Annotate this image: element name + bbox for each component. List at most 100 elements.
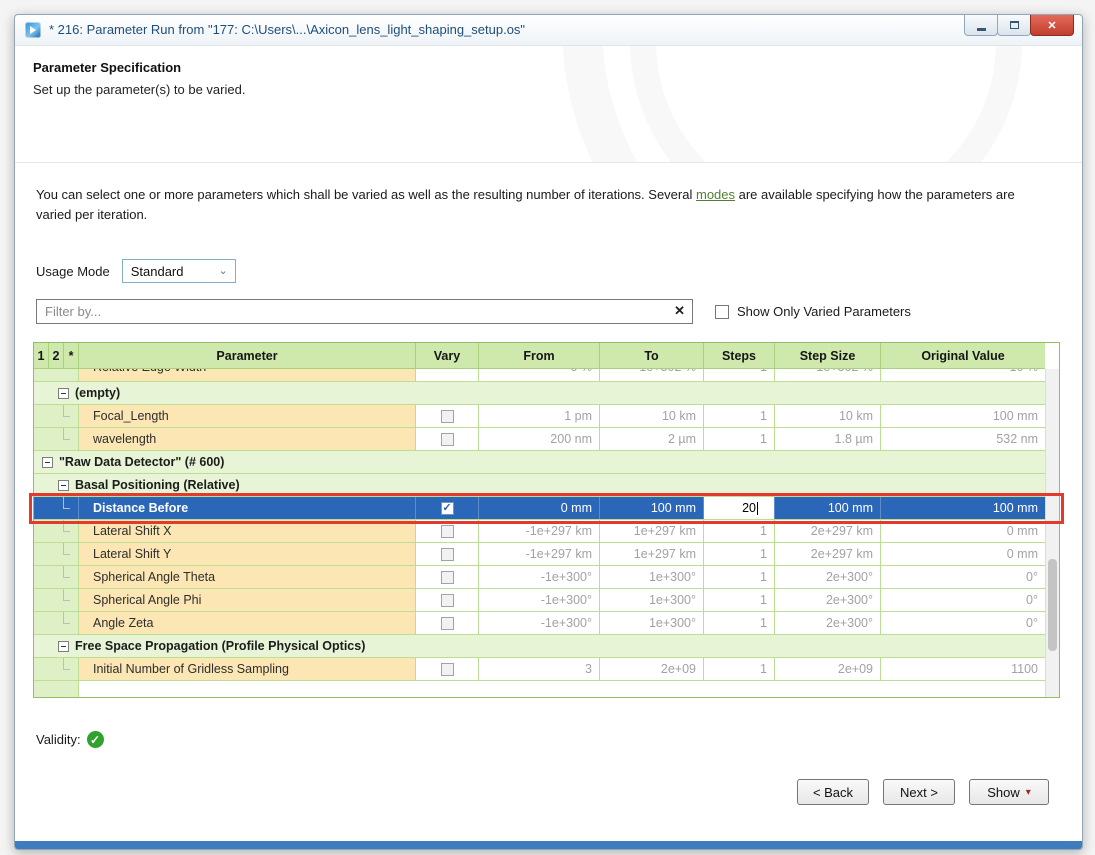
param-row-focal-length[interactable]: Focal_Length1 pm10 km110 km100 mm (34, 405, 1045, 428)
back-button[interactable]: < Back (797, 779, 869, 805)
vary-checkbox[interactable] (441, 410, 454, 423)
maximize-icon (1010, 21, 1019, 29)
usage-mode-select[interactable]: Standard ⌄ (122, 259, 236, 283)
vary-checkbox[interactable] (441, 525, 454, 538)
to-cell: 1e+297 km (600, 520, 704, 542)
param-row-distance-before[interactable]: Distance Before✓0 mm100 mm20100 mm100 mm (34, 497, 1045, 520)
collapse-icon[interactable] (42, 457, 53, 468)
validity-row: Validity: ✓ (36, 731, 104, 748)
tree-gutter-cell (34, 681, 79, 697)
to-cell: 1e+302 % (600, 369, 704, 381)
vary-checkbox[interactable] (441, 433, 454, 446)
param-row-spherical-angle-theta[interactable]: Spherical Angle Theta-1e+300°1e+300°12e+… (34, 566, 1045, 589)
param-name-cell: Angle Zeta (79, 612, 416, 634)
to-cell: 1e+297 km (600, 543, 704, 565)
steps-cell: 1 (704, 612, 775, 634)
column-header-steps: Steps (704, 343, 775, 368)
param-name-cell: Lateral Shift Y (79, 543, 416, 565)
param-name-cell: Lateral Shift X (79, 520, 416, 542)
param-name-cell: Relative Edge Width (79, 369, 416, 381)
chevron-down-icon: ⌄ (219, 264, 228, 277)
scrollbar-thumb[interactable] (1048, 559, 1057, 651)
param-name-cell: wavelength (79, 428, 416, 450)
vary-checkbox[interactable] (441, 663, 454, 676)
show-only-varied-checkbox[interactable] (715, 305, 729, 319)
original-value-cell: 0° (881, 589, 1045, 611)
step-size-cell: 10 km (775, 405, 881, 427)
group-row-empty[interactable]: (empty) (34, 382, 1045, 405)
tree-gutter-cell (34, 520, 79, 542)
table-filler (34, 681, 1045, 697)
tree-gutter-cell (34, 405, 79, 427)
collapse-icon[interactable] (58, 388, 69, 399)
maximize-button[interactable] (997, 15, 1031, 36)
decorative-swirl (562, 46, 1082, 163)
page-subtitle: Set up the parameter(s) to be varied. (33, 82, 245, 97)
close-button[interactable]: ✕ (1030, 15, 1074, 36)
vary-checkbox[interactable] (441, 571, 454, 584)
vary-checkbox[interactable] (441, 617, 454, 630)
param-row-initial-number-of-gridless-sampling[interactable]: Initial Number of Gridless Sampling32e+0… (34, 658, 1045, 681)
original-value-cell: 10 % (881, 369, 1045, 381)
group-label: Basal Positioning (Relative) (75, 478, 240, 492)
step-size-cell: 1e+302 % (775, 369, 881, 381)
vary-cell (416, 589, 479, 611)
param-row-angle-zeta[interactable]: Angle Zeta-1e+300°1e+300°12e+300°0° (34, 612, 1045, 635)
modes-link[interactable]: modes (696, 187, 735, 202)
minimize-button[interactable] (964, 15, 998, 36)
show-button[interactable]: Show ▾ (969, 779, 1049, 805)
param-row-lateral-shift-y[interactable]: Lateral Shift Y-1e+297 km1e+297 km12e+29… (34, 543, 1045, 566)
param-row-lateral-shift-x[interactable]: Lateral Shift X-1e+297 km1e+297 km12e+29… (34, 520, 1045, 543)
vary-cell (416, 520, 479, 542)
group-row-raw-data-detector-600[interactable]: "Raw Data Detector" (# 600) (34, 451, 1045, 474)
page-title: Parameter Specification (33, 60, 181, 75)
text-caret (757, 502, 758, 515)
to-cell: 2e+09 (600, 658, 704, 680)
original-value-cell: 0° (881, 566, 1045, 588)
from-cell: 0 mm (479, 497, 600, 519)
column-header-step-size: Step Size (775, 343, 881, 368)
collapse-icon[interactable] (58, 480, 69, 491)
usage-mode-value: Standard (131, 264, 184, 279)
filter-row: ✕ Show Only Varied Parameters (36, 299, 911, 324)
show-button-label: Show (987, 785, 1020, 800)
from-cell: -1e+297 km (479, 543, 600, 565)
from-cell: 1 pm (479, 405, 600, 427)
to-cell: 1e+300° (600, 589, 704, 611)
window-title: * 216: Parameter Run from "177: C:\Users… (49, 22, 525, 37)
param-row-wavelength[interactable]: wavelength200 nm2 µm11.8 µm532 nm (34, 428, 1045, 451)
from-cell: -1e+300° (479, 566, 600, 588)
clear-filter-icon[interactable]: ✕ (674, 303, 685, 319)
next-button[interactable]: Next > (883, 779, 955, 805)
collapse-icon[interactable] (58, 641, 69, 652)
param-row-relative-edge-width[interactable]: Relative Edge Width0 %1e+302 %11e+302 %1… (34, 369, 1045, 382)
vary-checkbox[interactable]: ✓ (441, 502, 454, 515)
group-label: (empty) (75, 386, 120, 400)
group-label: "Raw Data Detector" (# 600) (59, 455, 224, 469)
vertical-scrollbar[interactable] (1045, 369, 1059, 697)
vary-checkbox[interactable] (441, 548, 454, 561)
usage-mode-label: Usage Mode (36, 264, 110, 279)
vary-cell (416, 612, 479, 634)
param-name-cell: Spherical Angle Theta (79, 566, 416, 588)
steps-cell: 1 (704, 369, 775, 381)
vary-checkbox[interactable] (441, 594, 454, 607)
column-header-to: To (600, 343, 704, 368)
tree-gutter-cell (34, 566, 79, 588)
header-banner: Parameter Specification Set up the param… (15, 46, 1082, 163)
usage-mode-row: Usage Mode Standard ⌄ (36, 259, 236, 283)
table-header-row: 12*ParameterVaryFromToStepsStep SizeOrig… (34, 343, 1045, 369)
from-cell: 3 (479, 658, 600, 680)
vary-cell (416, 405, 479, 427)
titlebar[interactable]: * 216: Parameter Run from "177: C:\Users… (15, 15, 1082, 46)
param-row-spherical-angle-phi[interactable]: Spherical Angle Phi-1e+300°1e+300°12e+30… (34, 589, 1045, 612)
steps-cell[interactable]: 20 (704, 497, 775, 519)
param-name-cell: Focal_Length (79, 405, 416, 427)
vary-cell (416, 428, 479, 450)
group-row-free-space-propagation-profile-physical-optics[interactable]: Free Space Propagation (Profile Physical… (34, 635, 1045, 658)
step-size-cell: 2e+300° (775, 589, 881, 611)
from-cell: -1e+300° (479, 589, 600, 611)
filter-input[interactable] (37, 300, 692, 323)
dialog-window: * 216: Parameter Run from "177: C:\Users… (14, 14, 1083, 850)
group-row-basal-positioning-relative[interactable]: Basal Positioning (Relative) (34, 474, 1045, 497)
